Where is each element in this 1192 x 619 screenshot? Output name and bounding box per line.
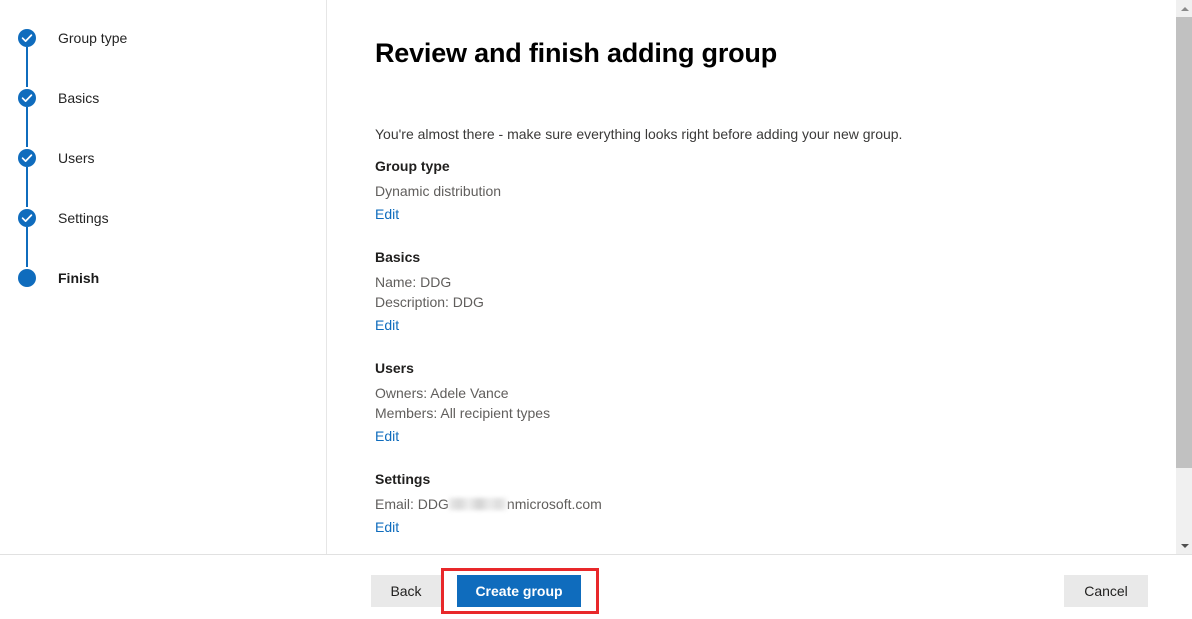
scrollbar-thumb[interactable]: [1176, 17, 1192, 468]
step-connector-4: [26, 227, 28, 267]
wizard-step-settings[interactable]: Settings: [18, 208, 109, 228]
add-group-wizard: Group type Basics Users: [0, 0, 1192, 619]
edit-link-settings[interactable]: Edit: [375, 519, 399, 535]
section-heading: Settings: [375, 471, 975, 487]
filled-circle-icon: [18, 269, 36, 287]
review-section-settings: Settings Email: DDG nmicrosoft.com Edit: [375, 471, 975, 537]
section-heading: Users: [375, 360, 975, 376]
wizard-step-label: Users: [58, 149, 95, 167]
email-suffix: nmicrosoft.com: [507, 496, 602, 512]
wizard-footer: Back Create group Cancel: [0, 555, 1192, 619]
review-section-group-type: Group type Dynamic distribution Edit: [375, 158, 975, 224]
wizard-step-group-type[interactable]: Group type: [18, 28, 127, 48]
section-value: Name: DDG: [375, 272, 975, 292]
check-circle-icon: [18, 209, 36, 227]
edit-link-group-type[interactable]: Edit: [375, 206, 399, 222]
page-subtitle: You're almost there - make sure everythi…: [375, 126, 902, 142]
step-connector-2: [26, 107, 28, 147]
wizard-step-label: Finish: [58, 269, 99, 287]
wizard-step-label: Basics: [58, 89, 99, 107]
page-title: Review and finish adding group: [375, 38, 777, 69]
wizard-step-users[interactable]: Users: [18, 148, 95, 168]
chevron-down-icon[interactable]: [1176, 537, 1192, 554]
redacted-email-block: [449, 498, 507, 510]
cancel-button[interactable]: Cancel: [1064, 575, 1148, 607]
section-value-email: Email: DDG nmicrosoft.com: [375, 494, 975, 514]
create-group-button[interactable]: Create group: [457, 575, 581, 607]
check-circle-icon: [18, 89, 36, 107]
vertical-scrollbar[interactable]: [1175, 0, 1192, 554]
wizard-step-finish[interactable]: Finish: [18, 268, 99, 288]
section-value: Owners: Adele Vance: [375, 383, 975, 403]
wizard-step-basics[interactable]: Basics: [18, 88, 99, 108]
wizard-step-label: Group type: [58, 29, 127, 47]
section-value: Dynamic distribution: [375, 181, 975, 201]
section-value: Description: DDG: [375, 292, 975, 312]
review-section-users: Users Owners: Adele Vance Members: All r…: [375, 360, 975, 446]
review-summary-list: Group type Dynamic distribution Edit Bas…: [375, 158, 975, 554]
check-circle-icon: [18, 149, 36, 167]
wizard-step-label: Settings: [58, 209, 109, 227]
chevron-up-icon[interactable]: [1176, 0, 1192, 17]
email-prefix: Email: DDG: [375, 496, 449, 512]
check-circle-icon: [18, 29, 36, 47]
edit-link-users[interactable]: Edit: [375, 428, 399, 444]
section-value: Members: All recipient types: [375, 403, 975, 423]
review-panel: Review and finish adding group You're al…: [328, 0, 1164, 554]
wizard-step-rail: Group type Basics Users: [0, 0, 327, 554]
section-heading: Group type: [375, 158, 975, 174]
edit-link-basics[interactable]: Edit: [375, 317, 399, 333]
review-section-basics: Basics Name: DDG Description: DDG Edit: [375, 249, 975, 335]
step-connector-1: [26, 47, 28, 87]
section-heading: Basics: [375, 249, 975, 265]
back-button[interactable]: Back: [371, 575, 441, 607]
step-connector-3: [26, 167, 28, 207]
content-area: Group type Basics Users: [0, 0, 1192, 555]
